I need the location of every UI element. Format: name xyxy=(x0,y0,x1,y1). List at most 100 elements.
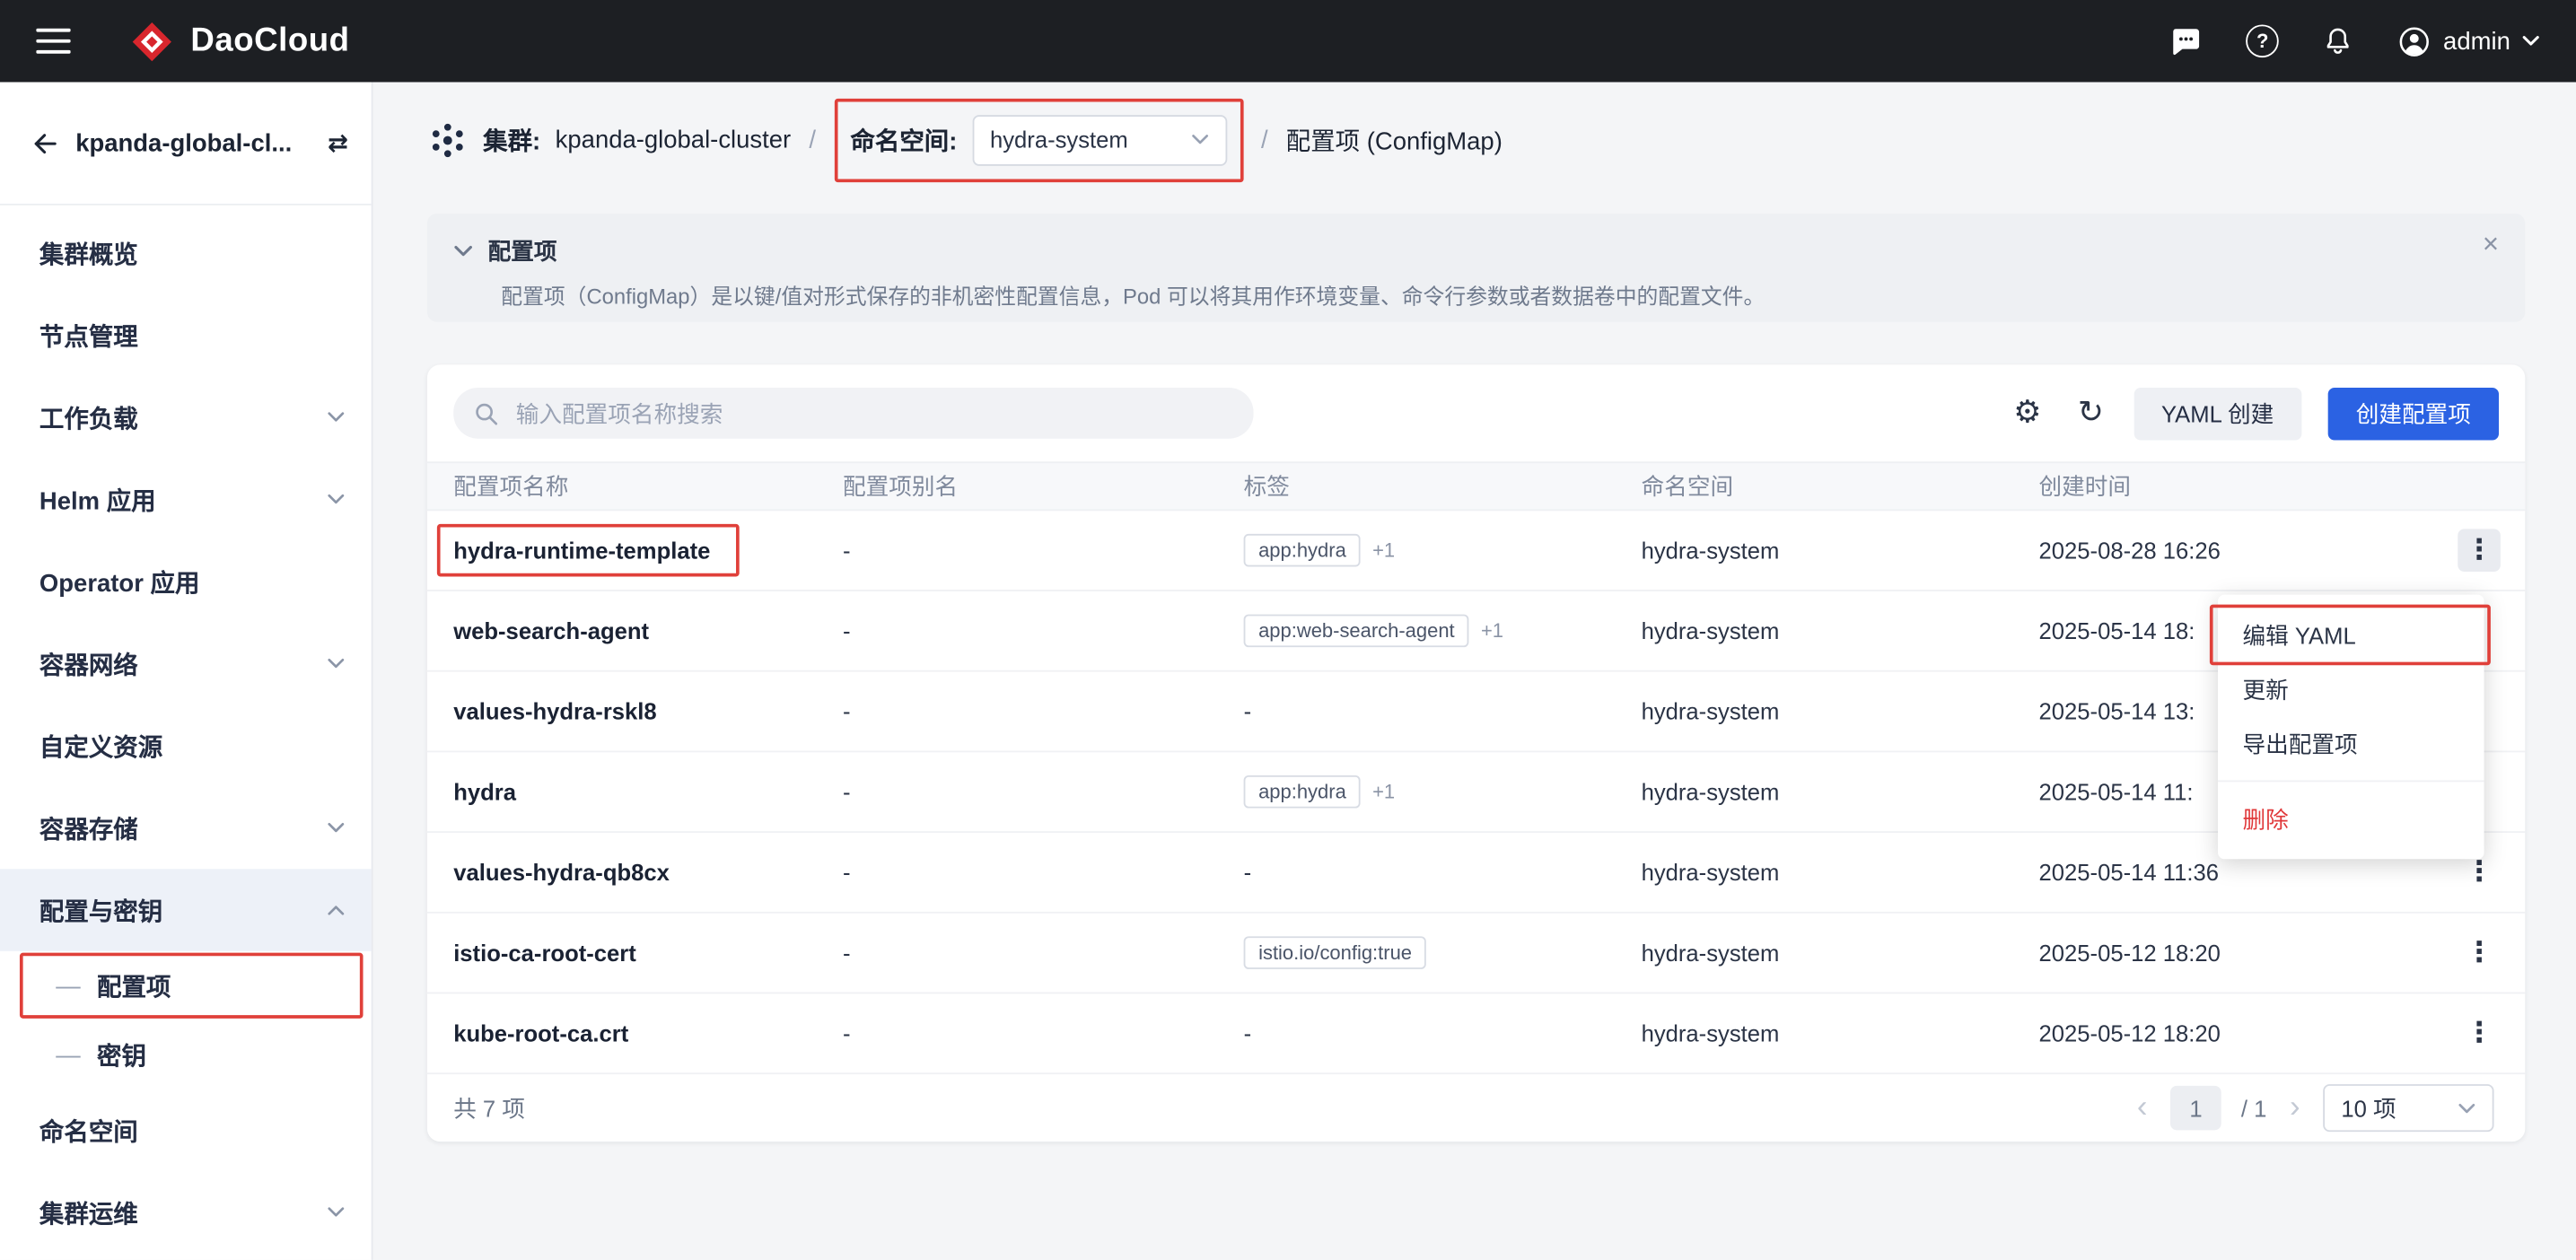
chevron-down-icon xyxy=(327,821,345,835)
next-page-icon[interactable]: › xyxy=(2286,1092,2303,1124)
sidebar-item-cluster-overview[interactable]: 集群概览 xyxy=(0,212,372,294)
cluster-label: 集群: xyxy=(483,122,540,156)
user-menu[interactable]: admin xyxy=(2397,24,2540,58)
menu-item-delete[interactable]: 删除 xyxy=(2218,792,2484,845)
col-created: 创建时间 xyxy=(2039,469,2433,503)
alias-cell: - xyxy=(843,940,1244,966)
sidebar-item-workloads[interactable]: 工作负载 xyxy=(0,376,372,459)
search-input[interactable] xyxy=(513,398,1234,428)
table-header: 配置项名称 配置项别名 标签 命名空间 创建时间 xyxy=(427,461,2525,511)
menu-item-export-configmap[interactable]: 导出配置项 xyxy=(2218,716,2484,770)
hamburger-menu-icon[interactable] xyxy=(36,28,70,54)
namespace-cell: hydra-system xyxy=(1642,779,2039,805)
username: admin xyxy=(2443,27,2510,55)
breadcrumb: 集群: kpanda-global-cluster / 命名空间: hydra-… xyxy=(427,99,2525,181)
page-of: / 1 xyxy=(2241,1095,2267,1121)
configmap-name[interactable]: values-hydra-rskl8 xyxy=(453,698,656,724)
tag-chip: istio.io/config:true xyxy=(1244,936,1427,969)
sidebar-item-helm-apps[interactable]: Helm 应用 xyxy=(0,459,372,541)
namespace-cell: hydra-system xyxy=(1642,698,2039,724)
table-row: hydra - app:hydra+1 hydra-system 2025-05… xyxy=(427,752,2525,833)
chat-icon[interactable] xyxy=(2169,24,2203,58)
namespace-cell: hydra-system xyxy=(1642,940,2039,966)
sub-item-dash: — xyxy=(56,972,80,1000)
tag-more: +1 xyxy=(1481,619,1503,643)
help-icon[interactable]: ? xyxy=(2246,24,2279,57)
sidebar-item-namespace[interactable]: 命名空间 xyxy=(0,1089,372,1172)
row-actions-kebab-icon[interactable]: ⋮ xyxy=(2458,1012,2501,1055)
page-size-select[interactable]: 10 项 xyxy=(2323,1084,2493,1132)
cluster-value[interactable]: kpanda-global-cluster xyxy=(556,126,792,153)
namespace-cell: hydra-system xyxy=(1642,617,2039,643)
total-count: 共 7 项 xyxy=(453,1091,525,1124)
table-row: istio-ca-root-cert - istio.io/config:tru… xyxy=(427,914,2525,994)
table-row: hydra-runtime-template - app:hydra+1 hyd… xyxy=(427,511,2525,591)
brand-name: DaoCloud xyxy=(190,22,349,60)
tags-cell: - xyxy=(1244,859,1642,885)
daocloud-brand[interactable]: DaoCloud xyxy=(130,19,350,63)
current-page[interactable]: 1 xyxy=(2170,1086,2221,1130)
collapse-chevron-icon[interactable] xyxy=(453,245,473,258)
switch-cluster-icon[interactable]: ⇄ xyxy=(328,128,348,158)
chevron-down-icon xyxy=(327,493,345,506)
col-name: 配置项名称 xyxy=(453,469,843,503)
configmap-name[interactable]: istio-ca-root-cert xyxy=(453,940,636,966)
banner-description: 配置项（ConfigMap）是以键/值对形式保存的非机密性配置信息，Pod 可以… xyxy=(453,279,2499,311)
row-actions-kebab-icon[interactable]: ⋮ xyxy=(2458,932,2501,975)
sidebar-item-operator-apps[interactable]: Operator 应用 xyxy=(0,540,372,623)
search-icon xyxy=(473,400,499,426)
chevron-up-icon xyxy=(327,904,345,917)
back-arrow-icon[interactable] xyxy=(30,127,61,159)
created-cell: 2025-05-12 18:20 xyxy=(2039,1020,2433,1046)
configmap-name[interactable]: kube-root-ca.crt xyxy=(453,1020,628,1046)
pagination: ‹ 1 / 1 › 10 项 xyxy=(2134,1084,2493,1132)
info-banner: 配置项 配置项（ConfigMap）是以键/值对形式保存的非机密性配置信息，Po… xyxy=(427,214,2525,322)
chevron-down-icon xyxy=(327,411,345,424)
namespace-select[interactable]: hydra-system xyxy=(972,114,1227,165)
configmap-name[interactable]: hydra xyxy=(453,779,516,805)
table-row: kube-root-ca.crt - - hydra-system 2025-0… xyxy=(427,993,2525,1074)
menu-item-edit-yaml[interactable]: 编辑 YAML xyxy=(2218,608,2484,661)
namespace-cell: hydra-system xyxy=(1642,1020,2039,1046)
yaml-create-button[interactable]: YAML 创建 xyxy=(2134,387,2302,440)
col-alias: 配置项别名 xyxy=(843,469,1244,503)
sidebar-item-configmap[interactable]: — 配置项 xyxy=(0,951,372,1020)
create-configmap-button[interactable]: 创建配置项 xyxy=(2328,387,2499,440)
prev-page-icon[interactable]: ‹ xyxy=(2134,1092,2151,1124)
tags-cell: - xyxy=(1244,698,1642,724)
refresh-icon[interactable]: ↻ xyxy=(2071,391,2110,435)
avatar-icon xyxy=(2397,24,2431,58)
created-cell: 2025-05-12 18:20 xyxy=(2039,940,2433,966)
table-row: values-hydra-qb8cx - - hydra-system 2025… xyxy=(427,833,2525,914)
chevron-down-icon xyxy=(327,1206,345,1220)
alias-cell: - xyxy=(843,859,1244,885)
table-footer: 共 7 项 ‹ 1 / 1 › 10 项 xyxy=(427,1074,2525,1142)
breadcrumb-separator: / xyxy=(806,126,819,153)
sidebar-item-secret[interactable]: — 密钥 xyxy=(0,1020,372,1089)
table-row: web-search-agent - app:web-search-agent+… xyxy=(427,591,2525,672)
sidebar-item-config-and-secrets[interactable]: 配置与密钥 xyxy=(0,869,372,951)
cluster-dots-icon xyxy=(427,119,469,161)
sidebar-item-container-storage[interactable]: 容器存储 xyxy=(0,787,372,870)
menu-item-update[interactable]: 更新 xyxy=(2218,662,2484,716)
close-icon[interactable]: × xyxy=(2483,230,2499,258)
namespace-label: 命名空间: xyxy=(850,122,957,156)
row-actions-kebab-icon[interactable]: ⋮ xyxy=(2458,529,2501,572)
sidebar-item-container-network[interactable]: 容器网络 xyxy=(0,623,372,705)
sidebar-item-cluster-ops[interactable]: 集群运维 xyxy=(0,1171,372,1254)
sidebar-item-custom-resources[interactable]: 自定义资源 xyxy=(0,704,372,787)
notification-bell-icon[interactable] xyxy=(2322,24,2355,57)
sidebar-item-node-management[interactable]: 节点管理 xyxy=(0,294,372,377)
namespace-cell: hydra-system xyxy=(1642,538,2039,564)
chevron-down-icon xyxy=(2458,1101,2475,1115)
search-box[interactable] xyxy=(453,388,1253,439)
sub-item-dash: — xyxy=(56,1041,80,1069)
configmap-name[interactable]: hydra-runtime-template xyxy=(453,538,710,564)
configmap-name[interactable]: web-search-agent xyxy=(453,617,649,643)
alias-cell: - xyxy=(843,1020,1244,1046)
page-title: 配置项 (ConfigMap) xyxy=(1286,122,1503,156)
configmap-name[interactable]: values-hydra-qb8cx xyxy=(453,859,670,885)
gear-icon[interactable]: ⚙ xyxy=(2007,391,2048,435)
alias-cell: - xyxy=(843,698,1244,724)
configmap-card: ⚙ ↻ YAML 创建 创建配置项 配置项名称 配置项别名 标签 命名空间 创建… xyxy=(427,364,2525,1142)
